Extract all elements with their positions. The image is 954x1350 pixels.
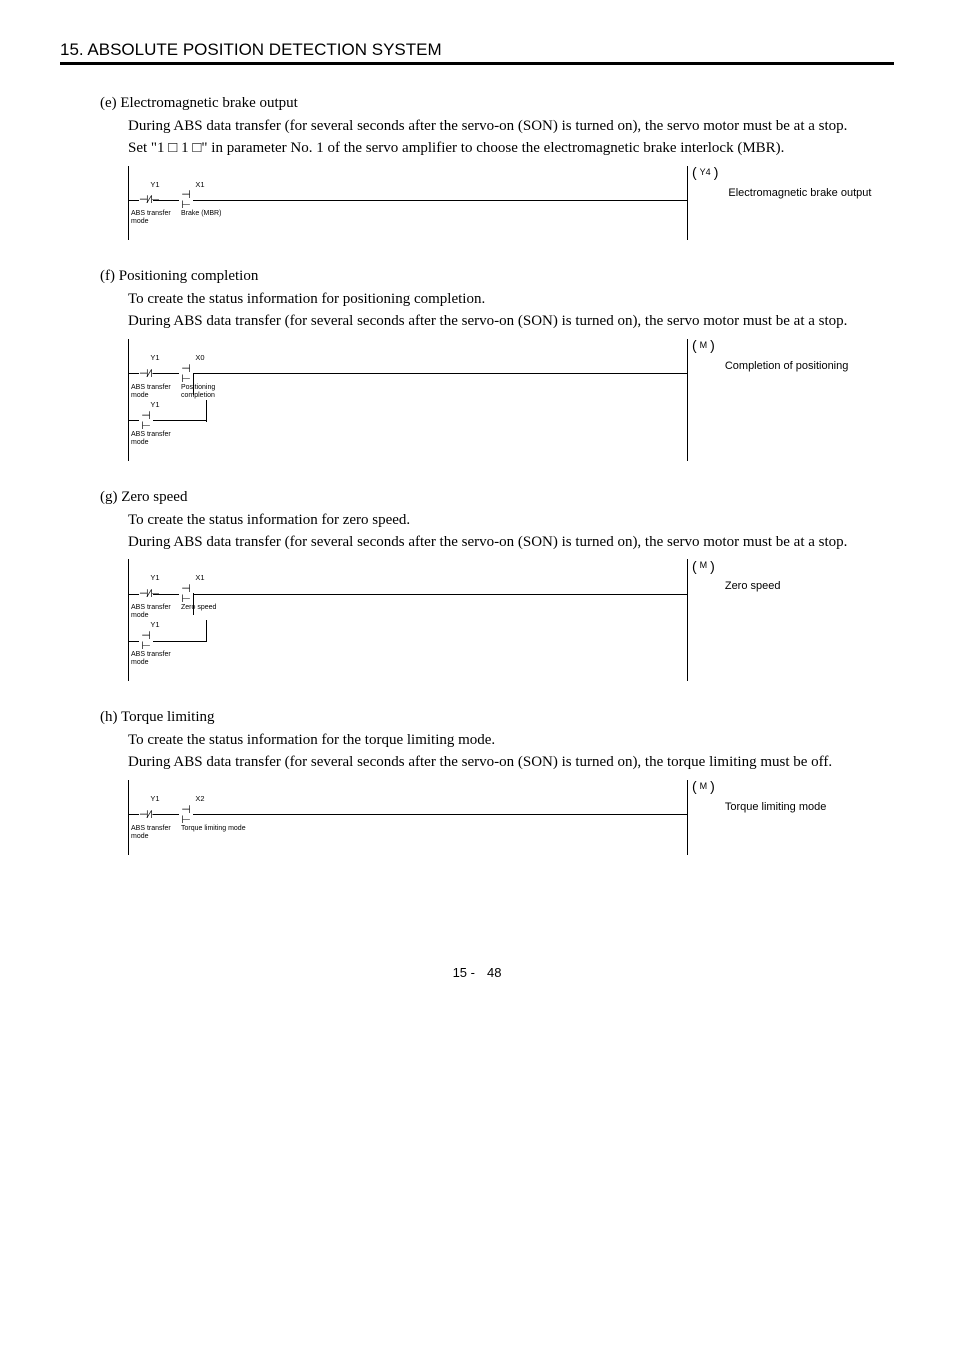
coil-m: (M) (692, 559, 715, 572)
section-f: (f) Positioning completion To create the… (60, 268, 894, 460)
contact-nc-y1: ⊣∕⊢ (139, 810, 153, 820)
desc-x2: Torque limiting mode (181, 825, 271, 841)
side-label-h: Torque limiting mode (725, 800, 827, 816)
section-h: (h) Torque limiting To create the status… (60, 709, 894, 854)
contact-nc-y1: ⊣∕⊢ (139, 195, 153, 205)
coil-y4: (Y4) (692, 166, 718, 179)
desc-y1b: ABS transfer mode (131, 651, 181, 667)
contact-no-x1: ⊣ ⊢ (179, 584, 193, 604)
page-number: 15 -48 (60, 965, 894, 980)
contact-no-y1: ⊣ ⊢ (139, 631, 153, 651)
contact-no-x0: ⊣ ⊢ (179, 364, 193, 384)
contact-nc-y1: ⊣∕⊢ (139, 589, 153, 599)
side-label-e: Electromagnetic brake output (728, 186, 871, 202)
desc-y1: ABS transfer mode (131, 825, 181, 841)
side-label-g: Zero speed (725, 579, 781, 595)
ladder-e: Y1 X1 ⊣∕⊢ ⊣ ⊢ ABS transfer mode Brake (M… (128, 166, 889, 241)
contact-nc-y1: ⊣∕⊢ (139, 369, 153, 379)
desc-x0: Positioning completion (181, 384, 231, 400)
section-h-body2: During ABS data transfer (for several se… (100, 752, 889, 774)
section-g-title: (g) Zero speed (100, 489, 889, 506)
section-g-body1: To create the status information for zer… (100, 510, 889, 532)
contact-no-x2: ⊣ ⊢ (179, 805, 193, 825)
desc-y1b: ABS transfer mode (131, 431, 181, 447)
section-g: (g) Zero speed To create the status info… (60, 489, 894, 681)
label-y1: Y1 (135, 180, 175, 191)
section-f-body2: During ABS data transfer (for several se… (100, 311, 889, 333)
label-y1: Y1 (135, 794, 175, 805)
ladder-g: Y1 X1 ⊣∕⊢ ⊣ ⊢ ABS transfer mode Zero spe… (128, 559, 889, 681)
desc-y1: ABS transfer mode (131, 604, 181, 620)
desc-y1: ABS transfer mode (131, 384, 181, 400)
header-divider (60, 62, 894, 65)
desc-x1: Zero speed (181, 604, 231, 620)
section-g-body2: During ABS data transfer (for several se… (100, 532, 889, 554)
side-label-f: Completion of positioning (725, 359, 849, 375)
section-f-title: (f) Positioning completion (100, 268, 889, 285)
contact-no-x1: ⊣ ⊢ (179, 190, 193, 210)
section-h-body1: To create the status information for the… (100, 730, 889, 752)
section-e-body2: Set "1 □ 1 □" in parameter No. 1 of the … (100, 138, 889, 160)
page: 15. ABSOLUTE POSITION DETECTION SYSTEM (… (0, 0, 954, 1020)
desc-y1: ABS transfer mode (131, 210, 181, 226)
section-h-title: (h) Torque limiting (100, 709, 889, 726)
section-e: (e) Electromagnetic brake output During … (60, 95, 894, 240)
coil-m: (M) (692, 339, 715, 352)
label-y1: Y1 (135, 353, 175, 364)
section-e-title: (e) Electromagnetic brake output (100, 95, 889, 112)
section-e-body1: During ABS data transfer (for several se… (100, 116, 889, 138)
label-y1: Y1 (135, 573, 175, 584)
page-header: 15. ABSOLUTE POSITION DETECTION SYSTEM (60, 40, 894, 60)
ladder-h: Y1 X2 ⊣∕⊢ ⊣ ⊢ ABS transfer mode Torque l… (128, 780, 889, 855)
coil-m: (M) (692, 780, 715, 793)
section-f-body1: To create the status information for pos… (100, 289, 889, 311)
ladder-f: Y1 X0 ⊣∕⊢ ⊣ ⊢ ABS transfer mode Position… (128, 339, 889, 461)
contact-no-y1: ⊣ ⊢ (139, 411, 153, 431)
desc-x1: Brake (MBR) (181, 210, 231, 226)
